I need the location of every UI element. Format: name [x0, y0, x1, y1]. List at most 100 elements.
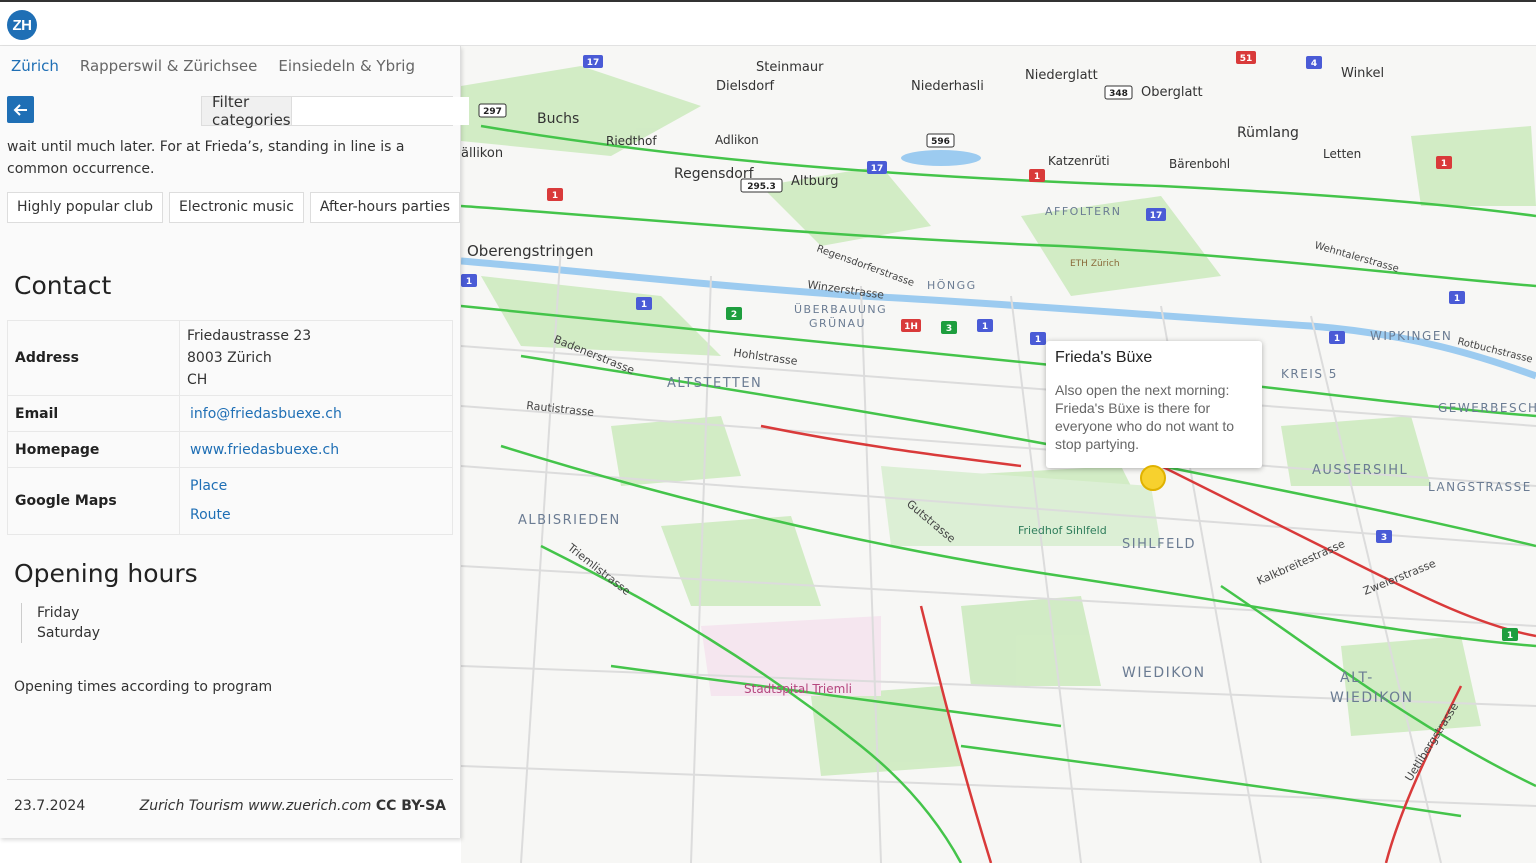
- map-label: ALTSTETTEN: [667, 376, 762, 391]
- map-label: WIEDIKON: [1122, 665, 1206, 681]
- zh-logo[interactable]: ZH: [7, 10, 37, 40]
- contact-table: Address Friedaustrasse 23 8003 Zürich CH…: [7, 320, 453, 535]
- road-shield: 1: [636, 297, 652, 310]
- region-tabs: Zürich Rapperswil & Zürichsee Einsiedeln…: [11, 57, 415, 75]
- road-shield: 297: [478, 103, 507, 118]
- road-shield: 4: [1306, 56, 1322, 69]
- description-text: wait until much later. For at Frieda’s, …: [7, 139, 405, 177]
- road-shield: 17: [583, 55, 603, 68]
- address-line: 8003 Zürich: [187, 350, 272, 366]
- map-label: LANGSTRASSE: [1428, 480, 1532, 494]
- back-button[interactable]: [7, 96, 34, 123]
- tag-after-hours-parties[interactable]: After-hours parties: [309, 192, 461, 223]
- road-shield: 1: [461, 274, 477, 287]
- road-shield: 1: [1329, 331, 1345, 344]
- road-shield: 1: [547, 188, 563, 201]
- road-shield: 1: [977, 319, 993, 332]
- popup-text: Also open the next morning: Frieda's Büx…: [1055, 382, 1235, 452]
- svg-text:1: 1: [466, 277, 472, 287]
- footer-source: Zurich Tourism www.zuerich.com CC BY-SA: [140, 798, 446, 814]
- email-label: Email: [7, 395, 180, 432]
- map-label: ällikon: [461, 146, 503, 161]
- homepage-link[interactable]: www.friedasbuexe.ch: [187, 439, 445, 461]
- table-row: Google Maps Place Route: [7, 467, 453, 535]
- table-row: Email info@friedasbuexe.ch: [7, 395, 453, 432]
- map-label: Altburg: [791, 174, 838, 189]
- svg-text:1: 1: [1441, 159, 1447, 169]
- svg-text:17: 17: [587, 58, 600, 68]
- footer-date: 23.7.2024: [14, 798, 86, 814]
- svg-text:295.3: 295.3: [747, 182, 775, 192]
- map-label: Niederhasli: [911, 79, 984, 94]
- map-label: AUSSERSIHL: [1312, 463, 1408, 478]
- map-label: Adlikon: [715, 133, 759, 147]
- map-label: ETH Zürich: [1070, 259, 1120, 269]
- svg-text:1: 1: [1454, 294, 1460, 304]
- map-label: Dielsdorf: [716, 79, 775, 94]
- map-label: Riedthof: [606, 134, 657, 148]
- map-label: HÖNGG: [927, 279, 977, 292]
- map-label: WIPKINGEN: [1370, 329, 1452, 343]
- popup-title: Frieda's Büxe: [1055, 349, 1153, 366]
- svg-text:4: 4: [1311, 59, 1317, 69]
- tag-highly-popular-club[interactable]: Highly popular club: [7, 192, 164, 223]
- map-label: ALT-: [1340, 670, 1374, 686]
- map-view[interactable]: Steinmaur Dielsdorf Niederhasli Niederglatt…: [461, 46, 1536, 863]
- road-shield: 3: [1376, 530, 1392, 543]
- road-shield: 1: [1449, 291, 1465, 304]
- tab-zurich[interactable]: Zürich: [11, 57, 59, 75]
- svg-text:1: 1: [1035, 335, 1041, 345]
- svg-text:3: 3: [1381, 533, 1387, 543]
- map-label: Friedhof Sihlfeld: [1018, 524, 1107, 537]
- opening-hours-note: Opening times according to program: [14, 679, 273, 695]
- table-row: Homepage www.friedasbuexe.ch: [7, 431, 453, 468]
- day-item: Friday: [37, 605, 80, 621]
- tag-electronic-music[interactable]: Electronic music: [169, 192, 304, 223]
- svg-text:1: 1: [982, 322, 988, 332]
- map-label: Winkel: [1341, 66, 1384, 81]
- address-label: Address: [7, 320, 180, 396]
- road-shield: 596: [926, 133, 955, 148]
- road-shield: 1: [1030, 332, 1046, 345]
- day-item: Saturday: [37, 625, 101, 641]
- road-shield: 3: [941, 321, 957, 334]
- map-label: Bärenbohl: [1169, 157, 1230, 171]
- filter-input[interactable]: [291, 97, 469, 125]
- road-shield: 295.3: [740, 178, 783, 193]
- map-label: Oberglatt: [1141, 85, 1203, 100]
- svg-text:297: 297: [483, 107, 502, 117]
- road-shield: 1: [1502, 628, 1518, 641]
- svg-text:596: 596: [931, 137, 950, 147]
- svg-text:1: 1: [1507, 631, 1513, 641]
- map-label: Steinmaur: [756, 60, 824, 75]
- map-label: SIHLFELD: [1122, 537, 1196, 552]
- map-label: KREIS 5: [1281, 367, 1338, 381]
- place-popup[interactable]: Frieda's Büxe Also open the next morning…: [1046, 341, 1262, 476]
- map-label: WIEDIKON: [1330, 690, 1414, 706]
- top-bar: ZH: [0, 0, 1536, 46]
- email-link[interactable]: info@friedasbuexe.ch: [187, 403, 445, 425]
- maps-place-link[interactable]: Place: [187, 472, 445, 501]
- contact-heading: Contact: [14, 271, 112, 300]
- svg-text:3: 3: [946, 324, 952, 334]
- svg-text:1: 1: [641, 300, 647, 310]
- map-canvas[interactable]: Steinmaur Dielsdorf Niederhasli Niederglatt…: [461, 46, 1536, 863]
- tab-rapperswil[interactable]: Rapperswil & Zürichsee: [80, 57, 258, 75]
- maps-route-link[interactable]: Route: [187, 501, 445, 530]
- svg-text:51: 51: [1240, 54, 1253, 64]
- opening-hours-heading: Opening hours: [14, 559, 198, 588]
- svg-text:17: 17: [871, 164, 884, 174]
- tab-einsiedeln[interactable]: Einsiedeln & Ybrig: [278, 57, 415, 75]
- map-label: Stadtspital Triemli: [744, 682, 852, 696]
- road-shield: 1H: [901, 319, 921, 332]
- road-shield: 17: [1146, 208, 1166, 221]
- address-value: Friedaustrasse 23 8003 Zürich CH: [179, 320, 453, 396]
- footer-source-text[interactable]: Zurich Tourism www.zuerich.com: [140, 798, 372, 814]
- map-label: Katzenrüti: [1048, 154, 1110, 168]
- table-row: Address Friedaustrasse 23 8003 Zürich CH: [7, 320, 453, 396]
- road-shield: 348: [1104, 85, 1133, 100]
- svg-text:17: 17: [1150, 211, 1163, 221]
- map-label: Buchs: [537, 111, 579, 127]
- map-label: GRÜNAU: [809, 317, 866, 330]
- place-marker[interactable]: [1140, 465, 1166, 491]
